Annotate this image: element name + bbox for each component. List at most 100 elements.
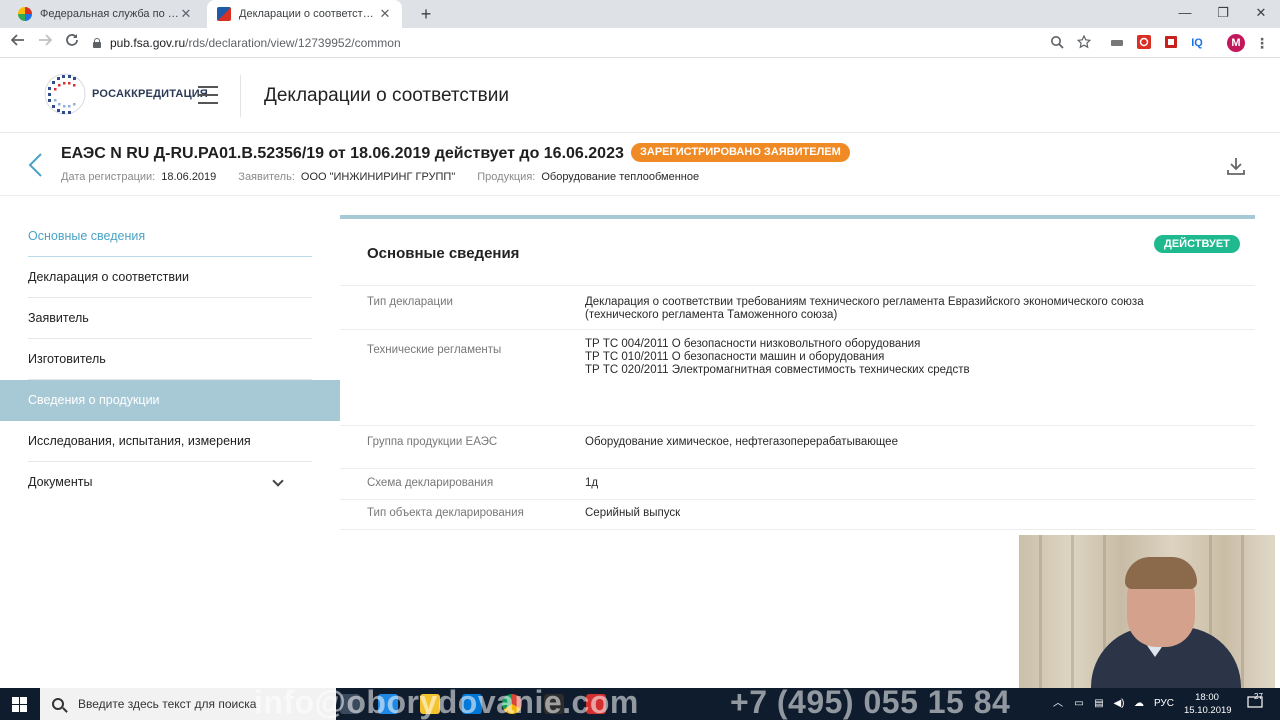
cloud-icon[interactable]: ☁ bbox=[1130, 688, 1148, 720]
table-row: Тип декларации Декларация о соответствии… bbox=[340, 285, 1255, 329]
maximize-window-button[interactable]: ❐ bbox=[1204, 0, 1242, 28]
battery-icon[interactable]: ▭ bbox=[1070, 688, 1088, 720]
windows-taskbar: Введите здесь текст для поиска ︿ ▭ ▤ ◀) … bbox=[0, 688, 1280, 720]
hamburger-menu-icon[interactable] bbox=[198, 86, 218, 104]
scheme-value: 1д bbox=[585, 477, 599, 489]
browser-tab-strip: Федеральная служба по аккред ✕ Деклараци… bbox=[0, 0, 1280, 28]
minimize-window-button[interactable]: — bbox=[1166, 0, 1204, 28]
tech-reg-item: ТР ТС 010/2011 О безопасности машин и об… bbox=[585, 351, 885, 363]
profile-avatar-icon[interactable]: M bbox=[1227, 34, 1245, 52]
bookmark-star-icon[interactable] bbox=[1076, 34, 1092, 51]
product-label: Продукция: bbox=[477, 171, 536, 183]
tech-regs-label: Технические регламенты bbox=[367, 344, 502, 356]
table-row: Группа продукции ЕАЭС Оборудование химич… bbox=[340, 425, 1255, 468]
taskbar-clock[interactable]: 18:00 15.10.2019 bbox=[1184, 691, 1232, 717]
sidebar-item-label: Исследования, испытания, измерения bbox=[28, 434, 251, 448]
sidebar-item-label: Документы bbox=[28, 475, 93, 489]
table-row: Технические регламенты ТР ТС 004/2011 О … bbox=[340, 329, 1255, 425]
tab-title: Декларации о соответствии bbox=[239, 8, 378, 20]
zoom-icon[interactable] bbox=[1049, 35, 1065, 51]
tech-reg-item: ТР ТС 020/2011 Электромагнитная совмести… bbox=[585, 364, 970, 376]
sidebar-item-applicant[interactable]: Заявитель bbox=[0, 298, 340, 339]
browser-tab-declarations[interactable]: Декларации о соответствии ✕ bbox=[207, 0, 402, 28]
notifications-icon[interactable]: 27 bbox=[1244, 688, 1266, 720]
tray-chevron-icon[interactable]: ︿ bbox=[1050, 688, 1066, 720]
notification-count: 27 bbox=[1254, 692, 1263, 701]
sidebar-item-label: Декларация о соответствии bbox=[28, 270, 189, 284]
logo-globe-icon bbox=[44, 69, 90, 119]
registration-status-badge: ЗАРЕГИСТРИРОВАНО ЗАЯВИТЕЛЕМ bbox=[631, 143, 850, 162]
search-icon bbox=[52, 698, 64, 710]
windows-start-icon[interactable] bbox=[12, 697, 27, 712]
decl-type-label: Тип декларации bbox=[367, 296, 453, 308]
header-divider bbox=[240, 75, 241, 117]
logo-text: РОСАККРЕДИТАЦИЯ bbox=[92, 88, 209, 100]
rosaccreditation-logo[interactable]: РОСАККРЕДИТАЦИЯ bbox=[44, 69, 208, 119]
new-tab-button[interactable]: + bbox=[416, 4, 436, 24]
forward-icon[interactable] bbox=[35, 33, 55, 53]
status-badge: ДЕЙСТВУЕТ bbox=[1154, 235, 1240, 253]
decl-type-line: Декларация о соответствии требованиям те… bbox=[585, 296, 1144, 308]
url-path: /rds/declaration/view/12739952/common bbox=[185, 36, 401, 50]
scheme-label: Схема декларирования bbox=[367, 477, 494, 489]
product-group-value: Оборудование химическое, нефтегазоперера… bbox=[585, 436, 898, 448]
section-title: Основные сведения bbox=[367, 245, 520, 262]
clock-date: 15.10.2019 bbox=[1184, 705, 1232, 716]
iq-extension-icon[interactable]: IQ bbox=[1189, 35, 1205, 51]
site-header: РОСАККРЕДИТАЦИЯ Декларации о соответстви… bbox=[0, 59, 1280, 133]
taskbar-search-placeholder: Введите здесь текст для поиска bbox=[78, 697, 257, 711]
section-sidebar: Основные сведения Декларация о соответст… bbox=[0, 216, 340, 503]
sidebar-item-label: Сведения о продукции bbox=[28, 393, 160, 407]
url-host: pub.fsa.gov.ru bbox=[110, 36, 186, 50]
reload-icon[interactable] bbox=[62, 33, 82, 53]
object-type-label: Тип объекта декларирования bbox=[367, 507, 524, 519]
sidebar-item-research[interactable]: Исследования, испытания, измерения bbox=[0, 421, 340, 462]
back-icon[interactable] bbox=[8, 33, 28, 53]
sidebar-item-basic-info[interactable]: Основные сведения bbox=[0, 216, 340, 257]
product-value: Оборудование теплообменное bbox=[541, 171, 700, 183]
applicant-label: Заявитель: bbox=[238, 171, 295, 183]
watermark-email: info@oborydovanie.com bbox=[254, 684, 639, 720]
declaration-meta: Дата регистрации: 18.06.2019 Заявитель: … bbox=[61, 171, 721, 183]
close-tab-icon[interactable]: ✕ bbox=[378, 6, 392, 22]
extension-icon[interactable] bbox=[1136, 35, 1152, 51]
sidebar-item-label: Изготовитель bbox=[28, 352, 106, 366]
page-title: Декларации о соответствии bbox=[264, 85, 509, 106]
close-window-button[interactable]: ✕ bbox=[1242, 0, 1280, 28]
declaration-title: ЕАЭС N RU Д-RU.PA01.B.52356/19 от 18.06.… bbox=[61, 145, 624, 162]
reg-date-value: 18.06.2019 bbox=[161, 171, 217, 183]
extension-icon[interactable] bbox=[1109, 35, 1125, 51]
language-indicator[interactable]: РУС bbox=[1152, 688, 1176, 720]
tech-reg-item: ТР ТС 004/2011 О безопасности низковольт… bbox=[585, 338, 921, 350]
tech-regs-value: ТР ТС 004/2011 О безопасности низковольт… bbox=[585, 338, 1255, 425]
browser-tab-fsa[interactable]: Федеральная служба по аккред ✕ bbox=[8, 0, 203, 28]
address-bar[interactable]: pub.fsa.gov.ru/rds/declaration/view/1273… bbox=[92, 31, 1102, 55]
network-icon[interactable]: ▤ bbox=[1090, 688, 1108, 720]
extension-icon[interactable] bbox=[1163, 35, 1179, 51]
sidebar-item-label: Основные сведения bbox=[28, 229, 146, 243]
site-favicon-icon bbox=[217, 7, 231, 21]
back-arrow-icon[interactable] bbox=[26, 152, 44, 178]
sidebar-item-documents[interactable]: Документы bbox=[0, 462, 340, 503]
sidebar-item-manufacturer[interactable]: Изготовитель bbox=[0, 339, 340, 380]
object-type-value: Серийный выпуск bbox=[585, 507, 681, 519]
watermark-phone: +7 (495) 055 15 84 bbox=[730, 684, 1011, 720]
info-table: Тип декларации Декларация о соответствии… bbox=[340, 285, 1255, 530]
sidebar-item-declaration[interactable]: Декларация о соответствии bbox=[0, 257, 340, 298]
reg-date-label: Дата регистрации: bbox=[61, 171, 156, 183]
tab-title: Федеральная служба по аккред bbox=[40, 8, 179, 20]
site-favicon-icon bbox=[18, 7, 32, 21]
product-group-label: Группа продукции ЕАЭС bbox=[367, 436, 498, 448]
table-row: Схема декларирования 1д bbox=[340, 468, 1255, 499]
volume-icon[interactable]: ◀) bbox=[1110, 688, 1128, 720]
browser-toolbar: pub.fsa.gov.ru/rds/declaration/view/1273… bbox=[0, 28, 1280, 58]
close-tab-icon[interactable]: ✕ bbox=[179, 6, 193, 22]
chevron-down-icon[interactable] bbox=[272, 475, 284, 487]
download-icon[interactable] bbox=[1226, 156, 1246, 176]
menu-icon[interactable]: ⋮ bbox=[1254, 35, 1270, 51]
clock-time: 18:00 bbox=[1195, 692, 1219, 703]
decl-type-value: Декларация о соответствии требованиям те… bbox=[585, 296, 1255, 329]
webcam-overlay bbox=[1019, 535, 1275, 688]
declaration-header: ЕАЭС N RU Д-RU.PA01.B.52356/19 от 18.06.… bbox=[0, 134, 1280, 196]
sidebar-item-product-info[interactable]: Сведения о продукции bbox=[0, 380, 340, 421]
